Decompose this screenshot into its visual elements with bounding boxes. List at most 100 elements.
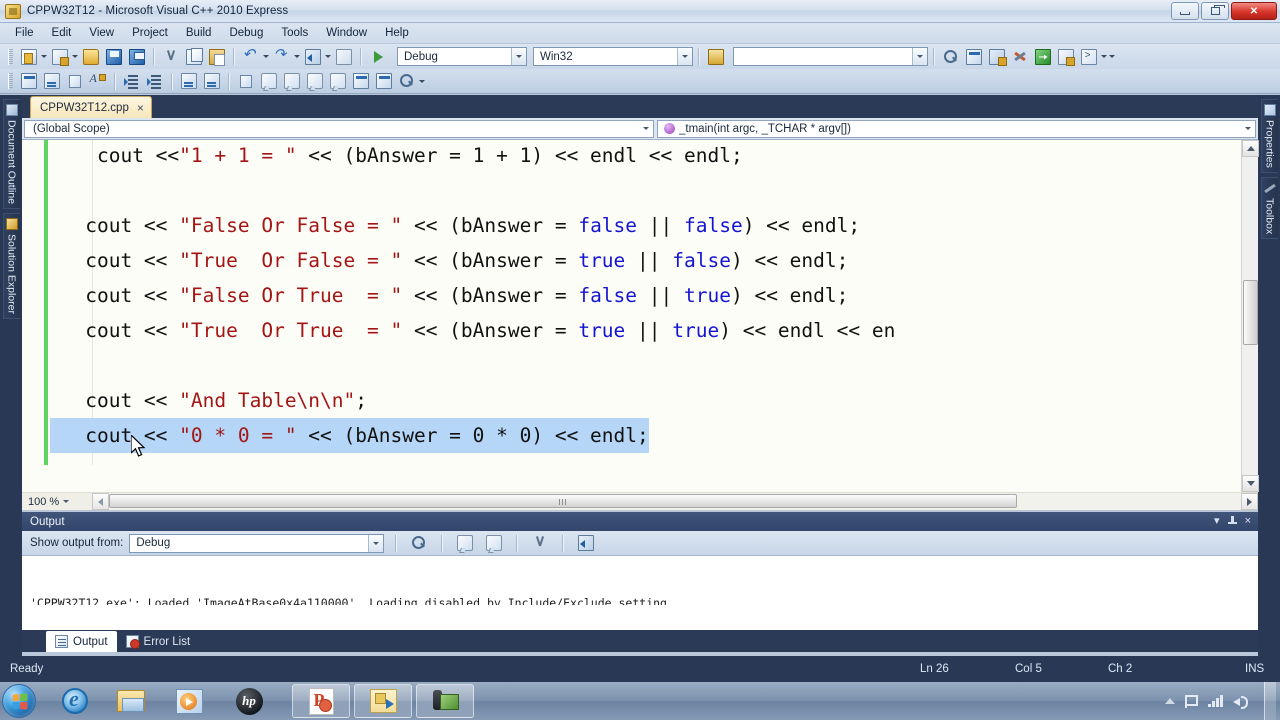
sidebar-item-toolbox[interactable]: Toolbox xyxy=(1260,176,1278,240)
code-line[interactable]: cout << "0 * 0 = " << (bAnswer = 0 * 0) … xyxy=(50,418,1238,453)
toolbar-grip[interactable] xyxy=(8,48,13,65)
object-browser-button[interactable] xyxy=(986,46,1007,67)
output-source-combo[interactable]: Debug xyxy=(129,533,385,553)
solution-configuration-combo[interactable]: Debug xyxy=(397,47,527,66)
action-center-flag-icon[interactable] xyxy=(1185,694,1198,708)
toggle-bookmark-button[interactable] xyxy=(235,71,256,92)
scroll-up-button[interactable] xyxy=(1242,140,1259,157)
scroll-right-button[interactable] xyxy=(1241,493,1258,510)
decrease-indent-button[interactable] xyxy=(121,71,142,92)
toolbar-overflow[interactable] xyxy=(1108,46,1116,67)
undo-button[interactable] xyxy=(240,45,261,67)
code-line[interactable]: cout << "False Or False = " << (bAnswer … xyxy=(50,208,1238,243)
sidebar-item-document-outline[interactable]: Document Outline xyxy=(2,99,20,210)
menu-file[interactable]: File xyxy=(6,25,43,41)
previous-bookmark-doc-button[interactable] xyxy=(350,71,371,92)
navigate-backward-dropdown[interactable] xyxy=(324,46,332,67)
cut-button[interactable] xyxy=(160,46,181,67)
member-combo[interactable]: _tmain(int argc, _TCHAR * argv[]) xyxy=(657,119,1256,138)
add-new-item-dropdown[interactable] xyxy=(71,46,79,67)
go-to-button[interactable] xyxy=(1032,46,1053,67)
add-new-item-button[interactable] xyxy=(49,46,70,67)
start-debugging-button[interactable] xyxy=(367,46,388,67)
clear-all-button[interactable] xyxy=(529,533,550,554)
toggle-visual-space-button[interactable] xyxy=(64,71,85,92)
show-hidden-icons-icon[interactable] xyxy=(1165,698,1175,704)
find-combo[interactable] xyxy=(733,47,928,66)
taskbar-item-camtasia-recorder[interactable] xyxy=(416,684,474,718)
window-position-icon[interactable]: ▾ xyxy=(1214,516,1220,527)
previous-bookmark-button[interactable] xyxy=(258,71,279,92)
go-to-previous-message-button[interactable] xyxy=(454,533,475,554)
toggle-word-wrap-output-button[interactable] xyxy=(575,533,596,554)
new-project-dropdown[interactable] xyxy=(40,46,48,67)
editor-horizontal-scrollbar[interactable] xyxy=(109,493,1241,510)
vertical-scroll-thumb[interactable] xyxy=(1243,280,1258,345)
volume-icon[interactable] xyxy=(1233,695,1248,709)
minimize-button[interactable] xyxy=(1171,2,1199,20)
next-bookmark-button[interactable] xyxy=(281,71,302,92)
chevron-down-icon[interactable] xyxy=(511,48,526,65)
scroll-down-button[interactable] xyxy=(1242,475,1259,492)
menu-window[interactable]: Window xyxy=(317,25,376,41)
undo-dropdown[interactable] xyxy=(262,46,270,67)
tab-cppw32t12-cpp[interactable]: CPPW32T12.cpp × xyxy=(30,96,152,118)
code-text[interactable]: cout <<"1 + 1 = " << (bAnswer = 1 + 1) <… xyxy=(50,140,1238,453)
code-editor-surface[interactable]: cout <<"1 + 1 = " << (bAnswer = 1 + 1) <… xyxy=(22,140,1258,510)
code-line[interactable] xyxy=(50,348,1238,383)
find-symbol-button[interactable] xyxy=(940,46,961,67)
taskbar-item-windows-media-player[interactable] xyxy=(172,685,206,717)
sidebar-item-solution-explorer[interactable]: Solution Explorer xyxy=(2,213,20,320)
chevron-down-icon[interactable] xyxy=(912,48,927,65)
start-button[interactable] xyxy=(2,684,36,718)
network-signal-icon[interactable] xyxy=(1208,695,1223,707)
navigate-forward-button[interactable] xyxy=(333,46,354,67)
command-window-button[interactable] xyxy=(1078,46,1099,67)
find-message-button[interactable] xyxy=(408,533,429,554)
find-in-files-button[interactable] xyxy=(705,46,726,67)
sidebar-item-properties[interactable]: Properties xyxy=(1260,99,1278,173)
editor-vertical-scrollbar[interactable] xyxy=(1241,140,1259,492)
menu-project[interactable]: Project xyxy=(123,25,177,41)
next-bookmark-folder-button[interactable] xyxy=(327,71,348,92)
toolbox-button[interactable] xyxy=(1055,46,1076,67)
zoom-level-combo[interactable]: 100 % xyxy=(22,493,92,511)
code-line[interactable]: cout << "And Table\n\n"; xyxy=(50,383,1238,418)
scroll-left-button[interactable] xyxy=(92,493,109,510)
taskbar-item-windows-explorer[interactable] xyxy=(114,685,148,717)
command-window-dropdown[interactable] xyxy=(1100,46,1108,67)
code-line[interactable]: cout << "True Or False = " << (bAnswer =… xyxy=(50,243,1238,278)
next-bookmark-doc-button[interactable] xyxy=(373,71,394,92)
comment-selection-button[interactable] xyxy=(178,71,199,92)
code-line[interactable]: cout <<"1 + 1 = " << (bAnswer = 1 + 1) <… xyxy=(50,140,1238,173)
save-all-button[interactable] xyxy=(126,46,147,67)
font-increase-button[interactable] xyxy=(87,71,108,92)
menu-edit[interactable]: Edit xyxy=(43,25,81,41)
chevron-down-icon[interactable] xyxy=(639,127,653,130)
code-line[interactable]: cout << "True Or True = " << (bAnswer = … xyxy=(50,313,1238,348)
maximize-button[interactable] xyxy=(1201,2,1229,20)
chevron-down-icon[interactable] xyxy=(59,500,73,503)
tab-error-list[interactable]: Error List xyxy=(117,631,200,652)
close-button[interactable]: ✕ xyxy=(1231,2,1277,20)
copy-button[interactable] xyxy=(183,46,204,67)
taskbar-item-powerpoint[interactable] xyxy=(292,684,350,718)
uncomment-selection-button[interactable] xyxy=(201,71,222,92)
properties-window-button[interactable] xyxy=(963,46,984,67)
chevron-down-icon[interactable] xyxy=(1241,127,1255,130)
tab-output[interactable]: Output xyxy=(46,631,117,652)
open-file-button[interactable] xyxy=(80,46,101,67)
toggle-word-wrap-button[interactable] xyxy=(41,71,62,92)
display-tag-button[interactable] xyxy=(18,71,39,92)
menu-debug[interactable]: Debug xyxy=(220,25,272,41)
menu-build[interactable]: Build xyxy=(177,25,221,41)
navigate-backward-button[interactable] xyxy=(302,46,323,67)
redo-dropdown[interactable] xyxy=(293,46,301,67)
taskbar-item-hp[interactable]: hp xyxy=(232,685,266,717)
go-to-next-message-button[interactable] xyxy=(483,533,504,554)
paste-button[interactable] xyxy=(206,46,227,67)
menu-view[interactable]: View xyxy=(80,25,123,41)
new-project-button[interactable] xyxy=(18,46,39,67)
chevron-down-icon[interactable] xyxy=(368,534,384,552)
horizontal-scroll-thumb[interactable] xyxy=(109,494,1017,508)
